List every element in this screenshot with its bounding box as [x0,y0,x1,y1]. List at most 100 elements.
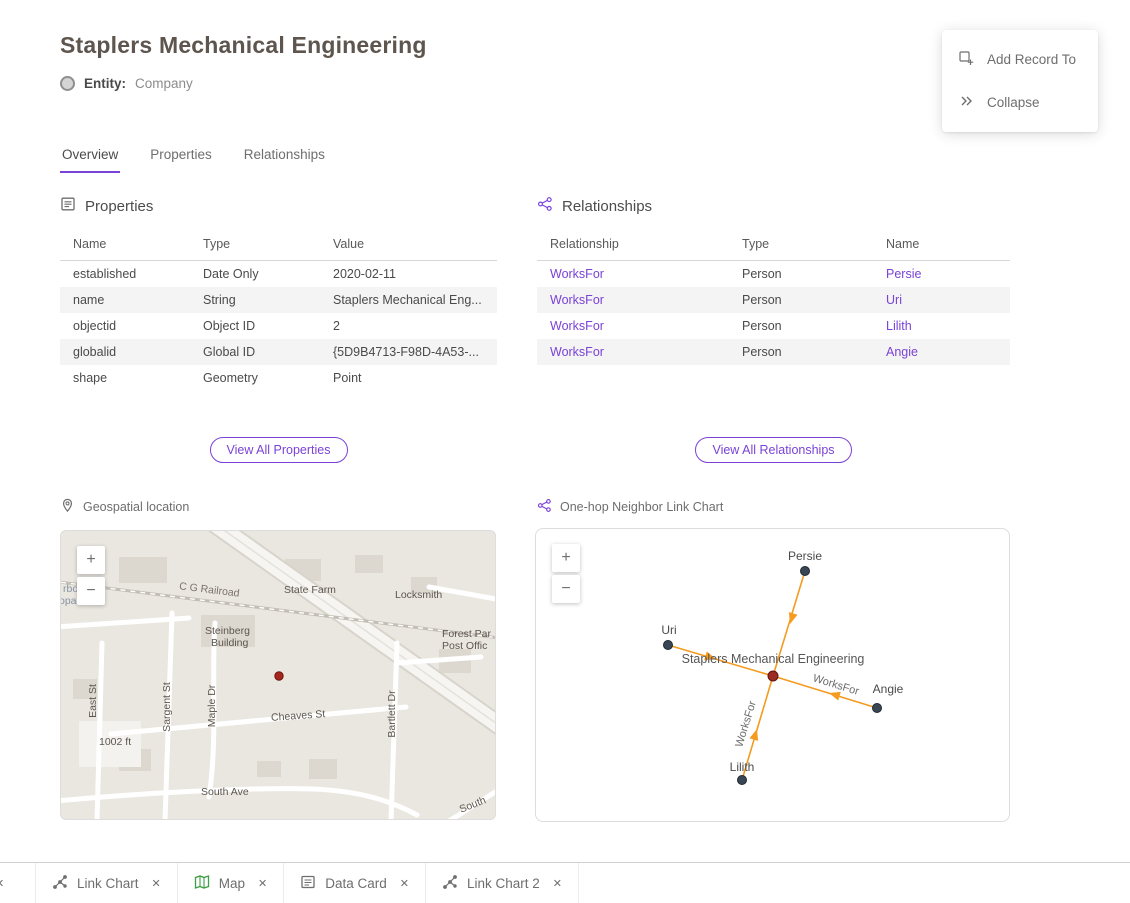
node-lilith[interactable] [738,776,747,785]
column-header: Type [729,228,873,261]
cell-name: objectid [60,313,190,339]
entity-link[interactable]: Angie [873,339,1010,365]
map-zoom-in-button[interactable]: + [77,546,105,574]
location-marker [275,672,283,680]
map-canvas[interactable]: rbour opaedics C G Railroad State Farm L… [60,530,496,820]
map-label: Bartlett Dr [386,690,398,737]
tab-properties[interactable]: Properties [148,141,214,173]
table-row: established Date Only 2020-02-11 [60,261,497,288]
close-icon[interactable]: ✕ [254,877,267,890]
relationship-link[interactable]: WorksFor [537,261,729,288]
entity-link[interactable]: Uri [873,287,1010,313]
table-row: WorksFor Person Lilith [537,313,1010,339]
bottom-tab-map[interactable]: Map ✕ [178,863,284,903]
node-persie[interactable] [801,567,810,576]
bottom-tab-label: Map [219,876,245,891]
map-scale-label: 1002 ft [99,736,131,748]
entity-link[interactable]: Lilith [873,313,1010,339]
cell-value: {5D9B4713-F98D-4A53-... [320,339,497,365]
close-icon[interactable]: ✕ [549,877,562,890]
menu-item-collapse[interactable]: Collapse [942,81,1098,124]
cell-type: Global ID [190,339,320,365]
node-center-company[interactable] [768,671,778,681]
view-all-properties-button[interactable]: View All Properties [210,437,348,463]
table-row: globalid Global ID {5D9B4713-F98D-4A53-.… [60,339,497,365]
bottom-tab-bar: ✕ Link Chart ✕ Map ✕ Data Card ✕ [0,862,1130,903]
map-pin-icon [60,498,75,516]
relationship-link[interactable]: WorksFor [537,313,729,339]
node-label: Uri [661,623,676,637]
data-card-page: Staplers Mechanical Engineering Entity: … [0,0,1130,903]
table-header-row: Relationship Type Name [537,228,1010,261]
tab-overview[interactable]: Overview [60,141,120,173]
relationships-icon [537,196,553,216]
node-label: Angie [873,682,904,696]
map-label: Forest Par [442,628,491,640]
context-menu: Add Record To Collapse [942,30,1098,132]
chart-zoom-out-button[interactable]: − [552,575,580,603]
link-chart-tab-icon [52,874,68,893]
table-header-row: Name Type Value [60,228,497,261]
map-label: Post Offic [442,640,487,652]
node-uri[interactable] [664,641,673,650]
map-label: Steinberg [205,625,250,637]
link-chart-tab-icon [442,874,458,893]
map-label: State Farm [284,584,336,596]
link-chart-icon [537,498,552,516]
relationship-link[interactable]: WorksFor [537,339,729,365]
entity-link[interactable]: Persie [873,261,1010,288]
cell-name: name [60,287,190,313]
column-header: Name [873,228,1010,261]
menu-item-add-record-to[interactable]: Add Record To [942,38,1098,81]
map-zoom-out-button[interactable]: − [77,577,105,605]
column-header: Name [60,228,190,261]
link-chart-canvas[interactable]: WorksFor WorksFor Persie Uri Angie Lilit… [535,528,1010,822]
menu-item-label: Add Record To [987,52,1076,67]
map-label: East St [87,684,99,718]
table-row: WorksFor Person Persie [537,261,1010,288]
column-header: Type [190,228,320,261]
bottom-tab-data-card[interactable]: Data Card ✕ [284,863,426,903]
close-icon[interactable]: ✕ [396,877,409,890]
map-label: Maple Dr [206,685,218,728]
properties-table: Name Type Value established Date Only 20… [60,228,497,391]
menu-item-label: Collapse [987,95,1040,110]
properties-icon [60,196,76,216]
bottom-tab-link-chart-2[interactable]: Link Chart 2 ✕ [426,863,579,903]
center-node-label: Staplers Mechanical Engineering [682,652,865,666]
map-label: Building [211,637,248,649]
bottom-tab-link-chart[interactable]: Link Chart ✕ [35,863,178,903]
edge-arrow [786,612,798,625]
table-row: shape Geometry Point [60,365,497,391]
collapse-icon [958,93,974,112]
chart-zoom-in-button[interactable]: + [552,544,580,572]
bottom-tab-label: Data Card [325,876,387,891]
cell-value: 2 [320,313,497,339]
entity-row: Entity: Company [60,76,193,91]
table-row: WorksFor Person Angie [537,339,1010,365]
entity-type-icon [60,76,75,91]
table-row: name String Staplers Mechanical Eng... [60,287,497,313]
close-icon[interactable]: ✕ [148,877,161,890]
cell-name: shape [60,365,190,391]
column-header: Relationship [537,228,729,261]
map-label: Sargent St [161,682,173,732]
cell-type: Person [729,313,873,339]
close-icon[interactable]: ✕ [0,863,13,903]
cell-value: Point [320,365,497,391]
properties-section: Properties Name Type Value established D… [60,196,497,391]
node-angie[interactable] [873,704,882,713]
cell-type: String [190,287,320,313]
link-chart-graphics: WorksFor WorksFor Persie Uri Angie Lilit… [536,529,1010,822]
map-graphics [61,531,496,820]
cell-value: Staplers Mechanical Eng... [320,287,497,313]
data-card-tab-icon [300,874,316,893]
relationships-section: Relationships Relationship Type Name Wor… [537,196,1010,365]
entity-label: Entity: [84,76,126,91]
relationships-table: Relationship Type Name WorksFor Person P… [537,228,1010,365]
bottom-tab-label: Link Chart [77,876,139,891]
relationship-link[interactable]: WorksFor [537,287,729,313]
tab-relationships[interactable]: Relationships [242,141,327,173]
entity-type-value: Company [135,76,193,91]
view-all-relationships-button[interactable]: View All Relationships [695,437,851,463]
